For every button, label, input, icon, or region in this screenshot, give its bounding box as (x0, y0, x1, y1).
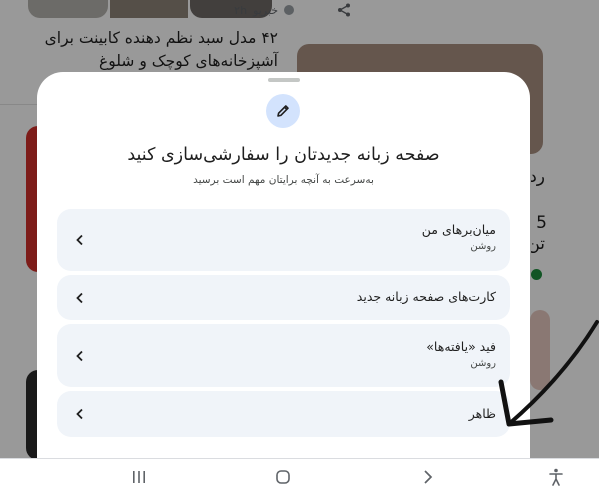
chevron-left-icon (76, 292, 83, 303)
accessibility-button[interactable] (545, 466, 567, 488)
pencil-icon (277, 105, 289, 117)
home-icon (276, 470, 290, 484)
chevron-left-icon (76, 408, 83, 420)
accessibility-icon (549, 468, 563, 486)
option-label: کارت‌های صفحه زبانه جدید (356, 289, 496, 304)
edit-badge (266, 94, 300, 128)
recent-apps-icon (133, 471, 145, 483)
system-nav-bar (0, 458, 599, 495)
customize-sheet: صفحه زبانه جدیدتان را سفارشی‌سازی کنید ب… (37, 72, 530, 464)
option-status: روشن (470, 241, 496, 252)
option-my-shortcuts[interactable]: میان‌برهای من روشن (57, 209, 510, 271)
annotation-arrow (498, 320, 599, 427)
option-status: روشن (470, 358, 496, 369)
option-label: میان‌برهای من (421, 222, 496, 237)
recent-apps-button[interactable] (128, 466, 150, 488)
option-discover-feed[interactable]: فید «یافته‌ها» روشن (57, 324, 510, 387)
back-icon (424, 470, 433, 484)
chevron-left-icon (76, 234, 83, 246)
option-label: فید «یافته‌ها» (426, 339, 496, 354)
option-new-tab-cards[interactable]: کارت‌های صفحه زبانه جدید (57, 275, 510, 320)
chevron-left-icon (76, 350, 83, 361)
back-button[interactable] (417, 466, 439, 488)
sheet-subtitle: به‌سرعت به آنچه برایتان مهم است برسید (193, 174, 374, 186)
option-appearance[interactable]: ظاهر (57, 391, 510, 437)
sheet-title: صفحه زبانه جدیدتان را سفارشی‌سازی کنید (127, 145, 440, 165)
option-label: ظاهر (468, 406, 496, 421)
home-button[interactable] (272, 466, 294, 488)
drag-handle[interactable] (268, 78, 300, 82)
